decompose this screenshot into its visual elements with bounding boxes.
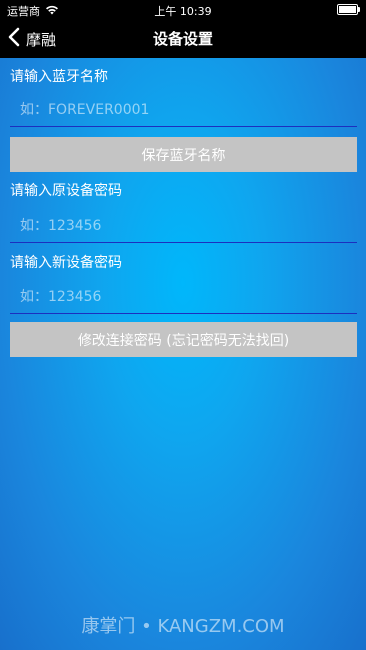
nav-bar: 摩融 设备设置 [0,20,366,58]
change-password-button[interactable]: 修改连接密码 (忘记密码无法找回) [10,322,357,357]
save-bluetooth-name-button[interactable]: 保存蓝牙名称 [10,137,357,172]
device-settings-form: 请输入蓝牙名称 保存蓝牙名称 请输入原设备密码 请输入新设备密码 修改连接密码 … [0,58,366,650]
status-bar: 运营商 上午 10:39 [0,0,366,20]
bluetooth-name-field-wrap [10,93,357,127]
battery-icon [337,4,360,15]
new-password-field-wrap [10,280,357,314]
new-password-input[interactable] [10,280,357,313]
watermark: 康掌门 • KANGZM.COM [81,616,285,637]
old-password-input[interactable] [10,209,357,242]
bluetooth-name-input[interactable] [10,93,357,126]
new-password-label: 请输入新设备密码 [10,255,122,271]
page-title: 设备设置 [152,30,213,48]
bluetooth-name-label: 请输入蓝牙名称 [10,69,108,85]
old-password-label: 请输入原设备密码 [10,183,122,199]
status-time: 上午 10:39 [154,5,212,18]
old-password-field-wrap [10,209,357,243]
